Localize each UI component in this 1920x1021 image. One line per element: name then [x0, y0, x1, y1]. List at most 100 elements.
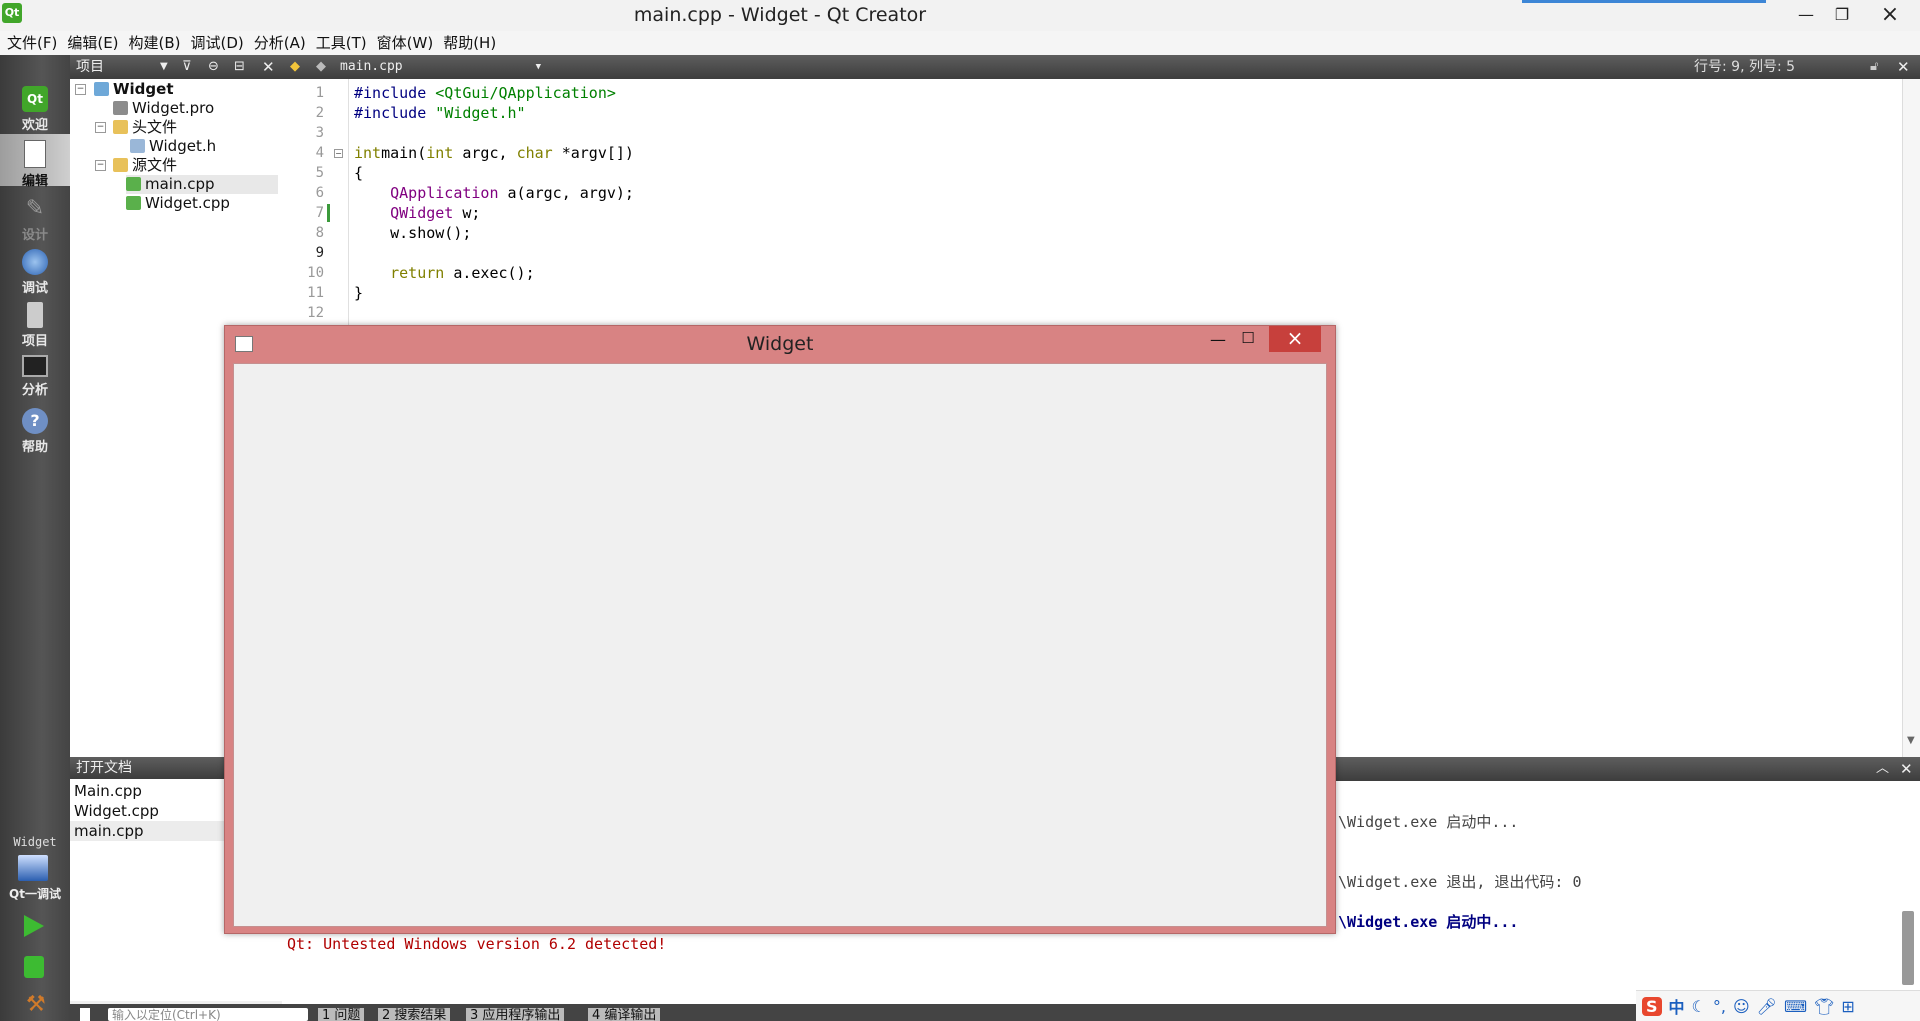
- tree-item-main-cpp[interactable]: main.cpp: [126, 175, 278, 194]
- tree-item-label: main.cpp: [145, 175, 215, 193]
- cursor-position: 行号: 9, 列号: 5: [1694, 59, 1796, 75]
- collapse-icon[interactable]: −: [95, 160, 106, 171]
- locator-input[interactable]: 输入以定位(Ctrl+K): [108, 1008, 308, 1021]
- keyboard-icon[interactable]: ⌨: [1784, 997, 1807, 1016]
- line-number: 12: [307, 305, 324, 321]
- open-doc-item[interactable]: Main.cpp: [74, 781, 142, 801]
- mode-label: 编辑: [21, 174, 48, 189]
- close-pane-icon[interactable]: ✕: [1900, 757, 1913, 781]
- maximize-button[interactable]: ☐: [1233, 326, 1263, 352]
- tree-item-widget-cpp[interactable]: Widget.cpp: [126, 194, 230, 213]
- menu-file[interactable]: 文件(F): [0, 31, 62, 55]
- back-icon[interactable]: ◆: [290, 55, 300, 79]
- ime-mode[interactable]: 中: [1669, 994, 1685, 1018]
- tree-item-pro-file[interactable]: Widget.pro: [113, 99, 214, 118]
- tree-item-sources[interactable]: 源文件: [113, 156, 177, 175]
- tree-item-label: Widget.h: [149, 137, 217, 155]
- pro-file-icon: [113, 101, 128, 115]
- tab-app-output[interactable]: 3 应用程序输出: [466, 1008, 565, 1021]
- grid-icon[interactable]: ⊞: [1841, 997, 1854, 1016]
- forward-icon[interactable]: ◆: [316, 55, 326, 79]
- close-button[interactable]: ×: [1860, 0, 1920, 29]
- title-accent-bar: [1522, 0, 1766, 3]
- menu-window[interactable]: 窗体(W): [372, 31, 439, 55]
- editor-scrollbar[interactable]: ▼: [1902, 79, 1920, 757]
- filter-icon[interactable]: ⊽: [182, 55, 192, 79]
- split-icon[interactable]: ⊟: [234, 55, 245, 79]
- close-icon[interactable]: ✕: [262, 55, 275, 79]
- title-bar: Qt main.cpp - Widget - Qt Creator — ❐ ×: [0, 0, 1920, 32]
- header-file-icon: [130, 139, 145, 153]
- code-line: QWidget w;: [390, 204, 481, 222]
- qt-logo-icon: Qt: [22, 86, 48, 112]
- build-mode-label: Qt一调试: [9, 887, 61, 901]
- debug-run-icon[interactable]: [24, 956, 44, 978]
- minimize-button[interactable]: —: [1205, 326, 1231, 352]
- close-button[interactable]: ×: [1269, 326, 1321, 352]
- menu-debug[interactable]: 调试(D): [186, 31, 249, 55]
- code-line: #include <QtGui/QApplication>: [354, 84, 616, 102]
- toggle-sidebar-icon[interactable]: [80, 1008, 90, 1021]
- tree-item-project[interactable]: Widget: [94, 80, 174, 99]
- tab-compile-output[interactable]: 4 编译输出: [588, 1008, 661, 1021]
- code-line: return a.exec();: [390, 264, 535, 282]
- output-scrollbar-thumb[interactable]: [1902, 911, 1914, 985]
- punctuation-icon[interactable]: °,: [1713, 997, 1726, 1016]
- tree-item-headers[interactable]: 头文件: [113, 118, 177, 137]
- link-icon[interactable]: ⊖: [208, 55, 219, 79]
- mode-edit[interactable]: 编辑: [0, 134, 70, 189]
- mode-help[interactable]: ? 帮助: [0, 402, 70, 455]
- project-panel-title[interactable]: 项目: [76, 55, 104, 79]
- lock-icon: 🔓︎: [1870, 59, 1879, 74]
- tab-search-results[interactable]: 2 搜索结果: [378, 1008, 451, 1021]
- code-line: w.show();: [354, 224, 472, 242]
- widget-client-area[interactable]: [233, 363, 1327, 927]
- minimize-button[interactable]: —: [1786, 0, 1826, 29]
- moon-icon[interactable]: ☾: [1692, 997, 1706, 1016]
- line-number: 5: [315, 165, 324, 181]
- code-line: #include "Widget.h": [354, 104, 526, 122]
- mode-label: 分析: [21, 383, 48, 398]
- modified-line-marker: [327, 204, 330, 222]
- mode-design[interactable]: ✎ 设计: [0, 190, 70, 243]
- line-number: 8: [315, 225, 324, 241]
- widget-window[interactable]: Widget — ☐ ×: [224, 325, 1336, 934]
- mode-projects[interactable]: 项目: [0, 296, 70, 349]
- close-editor-icon[interactable]: ✕: [1897, 55, 1910, 79]
- microphone-icon[interactable]: 🎤︎: [1757, 997, 1777, 1016]
- menu-edit[interactable]: 编辑(E): [62, 31, 123, 55]
- open-doc-item[interactable]: Widget.cpp: [74, 801, 159, 821]
- scroll-down-icon[interactable]: ▼: [1907, 735, 1915, 746]
- menu-tools[interactable]: 工具(T): [311, 31, 372, 55]
- menu-build[interactable]: 构建(B): [124, 31, 186, 55]
- menu-help[interactable]: 帮助(H): [438, 31, 501, 55]
- smiley-icon[interactable]: ☺: [1733, 997, 1750, 1016]
- shirt-icon[interactable]: 👕︎: [1814, 997, 1834, 1016]
- mode-analyze[interactable]: 分析: [0, 349, 70, 401]
- tree-item-header-file[interactable]: Widget.h: [130, 137, 216, 156]
- file-selector[interactable]: main.cpp ▼: [340, 58, 545, 76]
- maximize-pane-icon[interactable]: ︿: [1876, 757, 1889, 781]
- code-line: QApplication a(argc, argv);: [390, 184, 634, 202]
- line-number: 4: [315, 145, 324, 161]
- maximize-button[interactable]: ❐: [1822, 0, 1862, 29]
- tab-issues[interactable]: 1 问题: [318, 1008, 365, 1021]
- menu-analyze[interactable]: 分析(A): [249, 31, 311, 55]
- mode-debug[interactable]: 调试: [0, 243, 70, 296]
- line-number: 2: [315, 105, 324, 121]
- monitor-icon: [22, 355, 48, 377]
- question-icon: ?: [22, 408, 48, 434]
- output-line: \Widget.exe 启动中...: [1338, 913, 1519, 931]
- mode-welcome[interactable]: Qt 欢迎: [0, 80, 70, 133]
- fold-marker-icon[interactable]: −: [334, 149, 343, 158]
- collapse-icon[interactable]: −: [75, 84, 86, 95]
- folder-icon: [113, 158, 128, 172]
- collapse-icon[interactable]: −: [95, 122, 106, 133]
- line-number: 3: [315, 125, 324, 141]
- run-icon[interactable]: [24, 915, 44, 937]
- mode-label: 欢迎: [21, 118, 48, 133]
- chevron-down-icon[interactable]: ▼: [160, 55, 168, 79]
- target-selector-icon[interactable]: [18, 855, 48, 881]
- build-hammer-icon[interactable]: ⚒: [26, 992, 46, 1018]
- sogou-logo-icon[interactable]: S: [1642, 996, 1662, 1016]
